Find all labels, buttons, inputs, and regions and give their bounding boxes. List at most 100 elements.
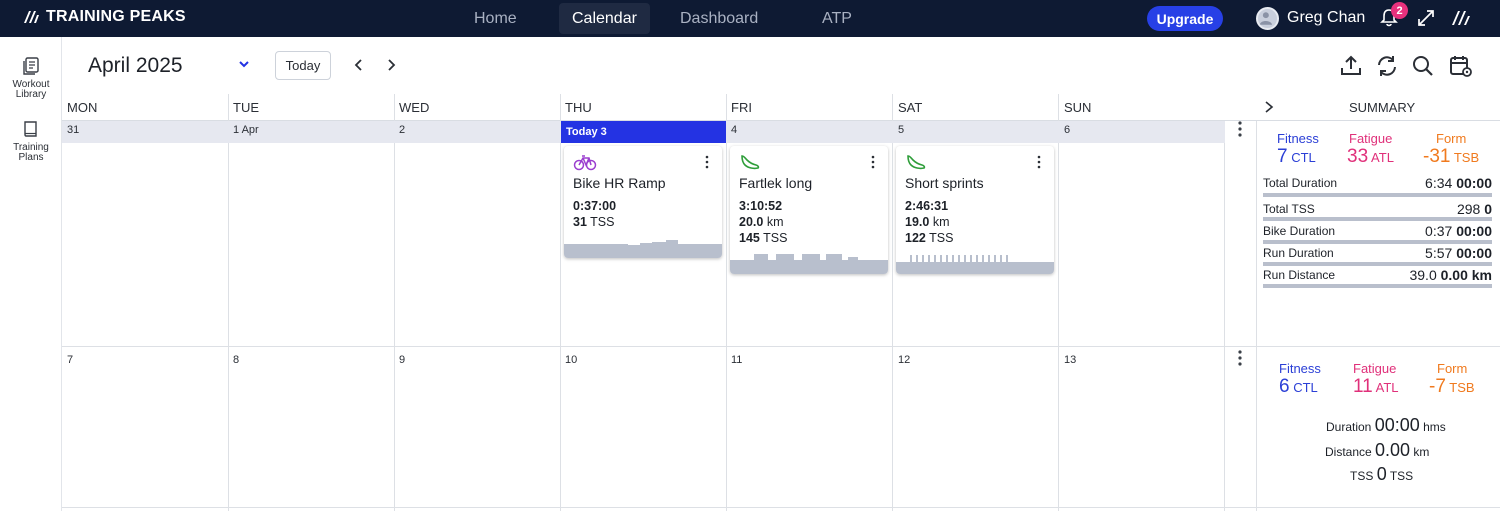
date-cell[interactable]: 10 — [565, 354, 577, 366]
upgrade-button[interactable]: Upgrade — [1147, 6, 1223, 31]
nav-atp[interactable]: ATP — [809, 3, 865, 34]
fitness-label: Fitness — [1279, 361, 1321, 376]
form-value: -7 TSB — [1429, 376, 1475, 397]
workout-duration: 2:46:31 — [905, 199, 949, 213]
chevron-left-icon[interactable] — [351, 56, 367, 74]
date-cell[interactable]: 9 — [399, 354, 405, 366]
date-cell[interactable]: 1 Apr — [233, 124, 259, 136]
day-header-thu: THU — [565, 100, 592, 115]
workout-distance: 19.0 — [905, 215, 930, 229]
workout-card-short-sprints[interactable]: Short sprints 2:46:31 19.0 km 122 TSS — [896, 146, 1054, 274]
fatigue-label: Fatigue — [1353, 361, 1397, 376]
user-name[interactable]: Greg Chan — [1287, 9, 1365, 27]
rail-training-plans[interactable]: Training Plans — [0, 119, 62, 163]
day-header-fri: FRI — [731, 100, 752, 115]
day-header-wed: WED — [399, 100, 430, 115]
fatigue-value: 33 ATL — [1347, 146, 1394, 167]
nav-dashboard[interactable]: Dashboard — [667, 3, 771, 34]
summary-row-bike-duration: Bike Duration 0:37 00:00 — [1263, 223, 1492, 239]
summary-row-run-distance: Run Distance 39.0 0.00 km — [1263, 267, 1492, 283]
date-cell[interactable]: 31 — [67, 124, 79, 136]
summary-row-total-duration: Total Duration 6:34 00:00 — [1263, 175, 1492, 191]
today-date-cell[interactable]: Today 3 — [561, 121, 726, 143]
day-header-sat: SAT — [898, 100, 923, 115]
chevron-right-icon[interactable] — [383, 56, 399, 74]
brand-name: TRAINING PEAKS — [46, 8, 186, 25]
sync-icon[interactable] — [1374, 53, 1400, 79]
date-cell[interactable]: 13 — [1064, 354, 1076, 366]
tp-app-icon[interactable] — [1450, 7, 1472, 29]
bike-icon — [573, 155, 597, 171]
date-cell[interactable]: 8 — [233, 354, 239, 366]
column-divider — [892, 94, 893, 511]
workout-library-icon — [23, 57, 39, 75]
date-cell[interactable]: 7 — [67, 354, 73, 366]
today-button[interactable]: Today — [275, 51, 331, 80]
fatigue-value: 11 ATL — [1353, 376, 1399, 397]
workout-card-bike-hr-ramp[interactable]: Bike HR Ramp 0:37:00 31 TSS — [564, 146, 722, 258]
summary-progress-bar — [1263, 262, 1492, 266]
week-divider — [62, 346, 1500, 347]
column-divider — [1224, 121, 1225, 511]
summary-progress-bar — [1263, 240, 1492, 244]
run-shoe-icon — [741, 155, 760, 170]
workout-stats: 0:37:00 31 TSS — [573, 198, 616, 230]
form-value: -31 TSB — [1423, 146, 1480, 167]
workout-tss: 122 — [905, 231, 926, 245]
date-cell[interactable]: 11 — [731, 354, 742, 366]
calendar-settings-icon[interactable] — [1448, 53, 1474, 79]
summary-row-run-duration: Run Duration 5:57 00:00 — [1263, 245, 1492, 261]
date-cell[interactable]: 4 — [731, 124, 737, 136]
workout-card-fartlek-long[interactable]: Fartlek long 3:10:52 20.0 km 145 TSS — [730, 146, 888, 274]
column-divider — [726, 94, 727, 511]
rail-workout-library[interactable]: Workout Library — [0, 56, 62, 100]
workout-menu-icon[interactable] — [1036, 155, 1042, 169]
notification-badge: 2 — [1391, 2, 1408, 19]
fatigue-label: Fatigue — [1349, 131, 1393, 146]
chevron-down-icon[interactable] — [236, 56, 252, 72]
workout-tss-unit: TSS — [763, 231, 788, 245]
date-cell[interactable]: 12 — [898, 354, 910, 366]
avatar[interactable] — [1256, 7, 1279, 30]
week-menu-icon[interactable] — [1236, 349, 1244, 367]
date-cell[interactable]: 6 — [1064, 124, 1070, 136]
week-divider — [62, 507, 1500, 508]
week-menu-icon[interactable] — [1236, 120, 1244, 138]
workout-tss-unit: TSS — [590, 215, 615, 229]
training-plans-icon — [24, 121, 37, 137]
brand-logo[interactable]: TRAINING PEAKS — [22, 8, 186, 26]
date-cell[interactable]: 5 — [898, 124, 904, 136]
day-header-tue: TUE — [233, 100, 259, 115]
user-icon — [1259, 12, 1273, 25]
column-divider — [228, 94, 229, 511]
summary-header: SUMMARY — [1349, 100, 1416, 115]
workout-distance: 20.0 — [739, 215, 764, 229]
summary-distance: Distance 0.00 km — [1325, 440, 1430, 460]
column-divider — [394, 94, 395, 511]
day-header-mon: MON — [67, 100, 98, 115]
workout-stats: 3:10:52 20.0 km 145 TSS — [739, 198, 787, 246]
workout-stats: 2:46:31 19.0 km 122 TSS — [905, 198, 953, 246]
trainingpeaks-logo-icon — [24, 11, 39, 23]
workout-menu-icon[interactable] — [704, 155, 710, 169]
summary-tss: TSS 0 TSS — [1350, 464, 1414, 484]
workout-menu-icon[interactable] — [870, 155, 876, 169]
nav-calendar[interactable]: Calendar — [559, 3, 650, 34]
month-label[interactable]: April 2025 — [88, 54, 183, 78]
workout-title: Bike HR Ramp — [573, 175, 666, 191]
chevron-right-icon[interactable] — [1263, 100, 1275, 114]
workout-intensity-profile — [730, 254, 888, 274]
column-divider — [1058, 94, 1059, 511]
top-nav-bar: TRAINING PEAKS Home Calendar Dashboard A… — [0, 0, 1500, 37]
day-header-sun: SUN — [1064, 100, 1092, 115]
summary-row-total-tss: Total TSS 298 0 — [1263, 201, 1492, 217]
fitness-value: 7 CTL — [1277, 146, 1316, 167]
date-cell[interactable]: 2 — [399, 124, 405, 136]
workout-duration: 3:10:52 — [739, 199, 783, 213]
search-icon[interactable] — [1410, 53, 1436, 79]
nav-home[interactable]: Home — [461, 3, 530, 34]
upload-icon[interactable] — [1338, 53, 1364, 79]
summary-divider — [1256, 121, 1257, 511]
expand-icon[interactable] — [1415, 7, 1437, 29]
workout-tss: 31 — [573, 215, 587, 229]
